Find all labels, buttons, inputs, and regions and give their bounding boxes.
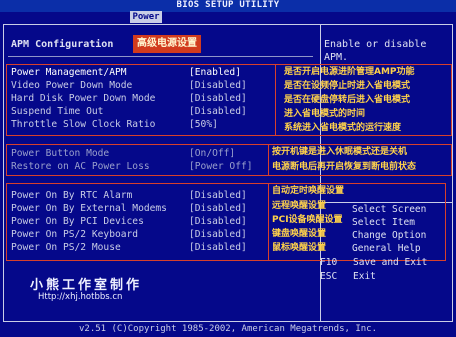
annotation-note: PCI设备唤醒设置 <box>272 215 343 225</box>
help-key-desc: General Help <box>352 243 421 254</box>
help-key-name: ESC <box>320 271 338 282</box>
watermark-url: Http://xhj.hotbbs.cn <box>38 292 123 302</box>
help-description-line: APM. <box>324 52 349 63</box>
copyright-footer: v2.51 (C)Copyright 1985-2002, American M… <box>78 324 377 334</box>
annotation-note: 系统进入省电模式的运行速度 <box>284 123 402 133</box>
help-key-desc: Save and Exit <box>353 257 428 268</box>
annotation-note: 是否在设频停止时进入省电模式 <box>284 81 411 91</box>
help-key-desc: Select Screen <box>352 204 427 215</box>
annotation-note: 鼠标唤醒设置 <box>272 243 327 253</box>
annotation-note: 远程唤醒设置 <box>272 201 327 211</box>
annotation-note: 电源断电后再开启恢复到断电前状态 <box>272 162 417 172</box>
help-key-name: F10 <box>320 257 338 268</box>
watermark-text: 小熊工作室制作 <box>30 278 143 293</box>
page-title: APM Configuration <box>11 39 114 50</box>
help-description-line: Enable or disable <box>324 39 427 50</box>
help-key-desc: Select Item <box>352 217 415 228</box>
annotation-note: 自动定时唤醒设置 <box>272 186 345 196</box>
section-annotation: 高级电源设置 <box>133 35 201 53</box>
bios-title: BIOS SETUP UTILITY <box>176 0 280 10</box>
help-key-desc: Change Option <box>352 230 427 241</box>
tab-power[interactable]: Power <box>130 11 162 23</box>
annotation-note: 是否开启电源进阶管理AMP功能 <box>284 67 415 77</box>
help-key-desc: Exit <box>353 271 376 282</box>
section-rule <box>8 56 313 57</box>
annotation-note: 进入省电模式的时间 <box>284 109 366 119</box>
annotation-note: 是否在硬盘停转后进入省电模式 <box>284 95 411 105</box>
annotation-note: 按开机键是进入休眠模式还是关机 <box>272 147 408 157</box>
annotation-note: 键盘唤醒设置 <box>272 229 327 239</box>
